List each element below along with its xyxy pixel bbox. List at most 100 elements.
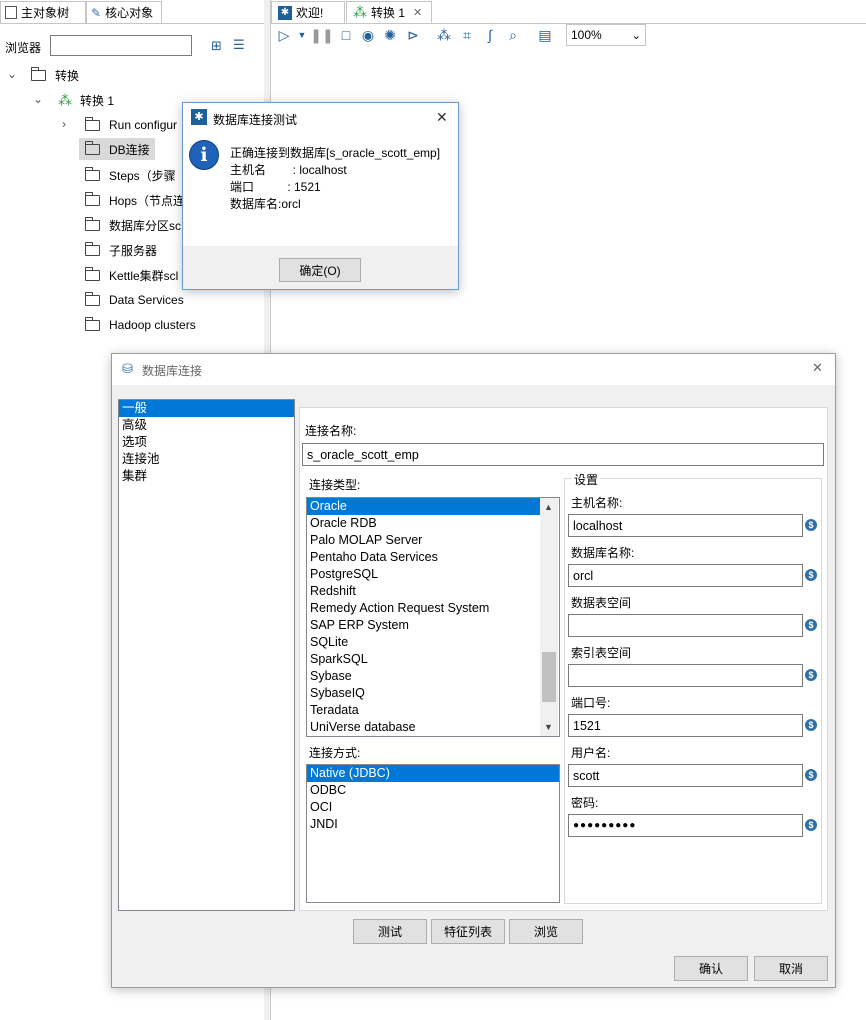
category-options[interactable]: 选项 [119, 434, 294, 451]
test-ok-button[interactable]: 确定(O) [279, 258, 361, 282]
expand-all-icon[interactable]: ⊞ [211, 38, 222, 54]
preview-icon[interactable]: ◉ [359, 26, 377, 44]
conn-type-label: 连接类型: [309, 478, 361, 492]
run-icon[interactable]: ▷ [275, 26, 293, 44]
replay-icon[interactable]: ⊳ [404, 26, 422, 44]
variable-icon[interactable]: $ [805, 569, 817, 581]
conn-type-item[interactable]: Pentaho Data Services [307, 549, 542, 566]
close-icon[interactable]: ✕ [812, 360, 823, 376]
category-general[interactable]: 一般 [119, 400, 294, 417]
variable-icon[interactable]: $ [805, 669, 817, 681]
access-type-item[interactable]: Native (JDBC) [307, 765, 559, 782]
chevron-down-icon[interactable]: ⌄ [7, 67, 17, 81]
conn-type-scrollbar[interactable]: ▲ ▼ [540, 498, 558, 736]
dbname-input[interactable]: orcl [568, 564, 803, 587]
sql-icon[interactable]: ∫ [481, 26, 499, 44]
pause-icon[interactable]: ❚❚ [310, 26, 333, 44]
conn-type-item[interactable]: Teradata [307, 702, 542, 719]
category-cluster[interactable]: 集群 [119, 468, 294, 485]
variable-icon[interactable]: $ [805, 769, 817, 781]
conn-type-item[interactable]: SparkSQL [307, 651, 542, 668]
indexspace-input[interactable] [568, 664, 803, 687]
conn-type-item[interactable]: SQLite [307, 634, 542, 651]
debug-icon[interactable]: ✺ [381, 26, 399, 44]
category-advanced[interactable]: 高级 [119, 417, 294, 434]
tree-item-partition-schemas[interactable]: 数据库分区sc [85, 214, 181, 236]
conn-type-item[interactable]: Oracle [307, 498, 542, 515]
tree-item-slave-servers[interactable]: 子服务器 [85, 239, 157, 261]
host-input[interactable]: localhost [568, 514, 803, 537]
variable-icon[interactable]: $ [805, 519, 817, 531]
test-message-line-2: 主机名 : localhost [230, 163, 347, 177]
folder-icon [85, 266, 100, 281]
folder-icon [31, 66, 46, 81]
access-type-item[interactable]: ODBC [307, 782, 559, 799]
conn-name-input[interactable]: s_oracle_scott_emp [302, 443, 824, 466]
tree-item-db-connections[interactable]: DB连接 [79, 138, 155, 160]
transformation-icon: ⁂ [353, 3, 367, 20]
show-results-icon[interactable]: ▤ [536, 26, 554, 44]
variable-icon[interactable]: $ [805, 819, 817, 831]
tab-transformation-1[interactable]: ⁂ 转换 1 ✕ [346, 1, 432, 23]
access-type-item[interactable]: OCI [307, 799, 559, 816]
app-icon: ✱ [191, 109, 207, 125]
ok-button[interactable]: 确认 [674, 956, 748, 981]
conn-type-item[interactable]: Redshift [307, 583, 542, 600]
tree-item-data-services[interactable]: Data Services [85, 289, 184, 311]
tab-welcome[interactable]: ✱ 欢迎! [271, 1, 345, 23]
tree-root[interactable]: 转换 [31, 64, 79, 86]
close-icon[interactable]: ✕ [436, 109, 448, 126]
port-input[interactable]: 1521 [568, 714, 803, 737]
tree-item-cluster-schemas[interactable]: Kettle集群scl [85, 264, 178, 286]
chevron-down-icon[interactable]: ⌄ [33, 92, 43, 106]
explore-db-icon[interactable]: ⌕ [504, 26, 522, 44]
conn-name-label: 连接名称: [305, 424, 357, 438]
password-input[interactable]: ●●●●●●●●● [568, 814, 803, 837]
scrollbar-thumb[interactable] [542, 652, 556, 702]
tab-main-tree[interactable]: 主对象树 [0, 1, 86, 23]
conn-type-item[interactable]: SAP ERP System [307, 617, 542, 634]
access-type-item[interactable]: JNDI [307, 816, 559, 833]
tree-item-steps[interactable]: Steps（步骤 [85, 164, 176, 186]
tablespace-input[interactable] [568, 614, 803, 637]
conn-type-list[interactable]: Oracle Oracle RDB Palo MOLAP Server Pentaho… [306, 497, 560, 737]
impact-icon[interactable]: ⌗ [458, 26, 476, 44]
tree-item-hops[interactable]: Hops（节点连 [85, 189, 185, 211]
stop-icon[interactable]: □ [337, 26, 355, 44]
tree-item-hadoop-clusters[interactable]: Hadoop clusters [85, 314, 196, 336]
conn-type-item[interactable]: Sybase [307, 668, 542, 685]
conn-type-item[interactable]: UniVerse database [307, 719, 542, 736]
conn-type-item[interactable]: PostgreSQL [307, 566, 542, 583]
tab-core-objects[interactable]: ✎ 核心对象 [86, 1, 162, 23]
browser-search-input[interactable] [50, 35, 192, 56]
verify-icon[interactable]: ⁂ [435, 26, 453, 44]
variable-icon[interactable]: $ [805, 719, 817, 731]
conn-type-item[interactable]: SybaseIQ [307, 685, 542, 702]
test-button[interactable]: 测试 [353, 919, 427, 944]
cancel-button[interactable]: 取消 [754, 956, 828, 981]
chevron-right-icon[interactable]: › [62, 117, 66, 131]
tree-transformation[interactable]: ⁂ 转换 1 [58, 89, 114, 111]
indexspace-label: 索引表空间 [571, 646, 632, 660]
conn-type-item[interactable]: Palo MOLAP Server [307, 532, 542, 549]
collapse-all-icon[interactable]: ☰ [233, 37, 245, 53]
close-icon[interactable]: ✕ [413, 6, 422, 19]
access-type-list[interactable]: Native (JDBC) ODBC OCI JNDI [306, 764, 560, 903]
scroll-down-icon[interactable]: ▼ [544, 722, 553, 732]
test-message-line-4: 数据库名:orcl [230, 197, 301, 211]
connection-test-dialog: ✱ 数据库连接测试 ✕ i 正确连接到数据库[s_oracle_scott_em… [182, 102, 459, 290]
explore-button[interactable]: 浏览 [509, 919, 583, 944]
folder-icon [85, 316, 100, 331]
feature-list-button[interactable]: 特征列表 [431, 919, 505, 944]
tree-item-run-configurations[interactable]: Run configur [85, 114, 177, 136]
conn-type-item[interactable]: Oracle RDB [307, 515, 542, 532]
conn-type-item[interactable]: Remedy Action Request System [307, 600, 542, 617]
variable-icon[interactable]: $ [805, 619, 817, 631]
settings-label: 设置 [572, 471, 601, 488]
dbname-label: 数据库名称: [571, 546, 635, 560]
run-dropdown-icon[interactable]: ▼ [293, 26, 311, 44]
scroll-up-icon[interactable]: ▲ [544, 502, 553, 512]
category-pooling[interactable]: 连接池 [119, 451, 294, 468]
zoom-select[interactable]: 100% ⌄ [566, 24, 646, 46]
user-input[interactable]: scott [568, 764, 803, 787]
